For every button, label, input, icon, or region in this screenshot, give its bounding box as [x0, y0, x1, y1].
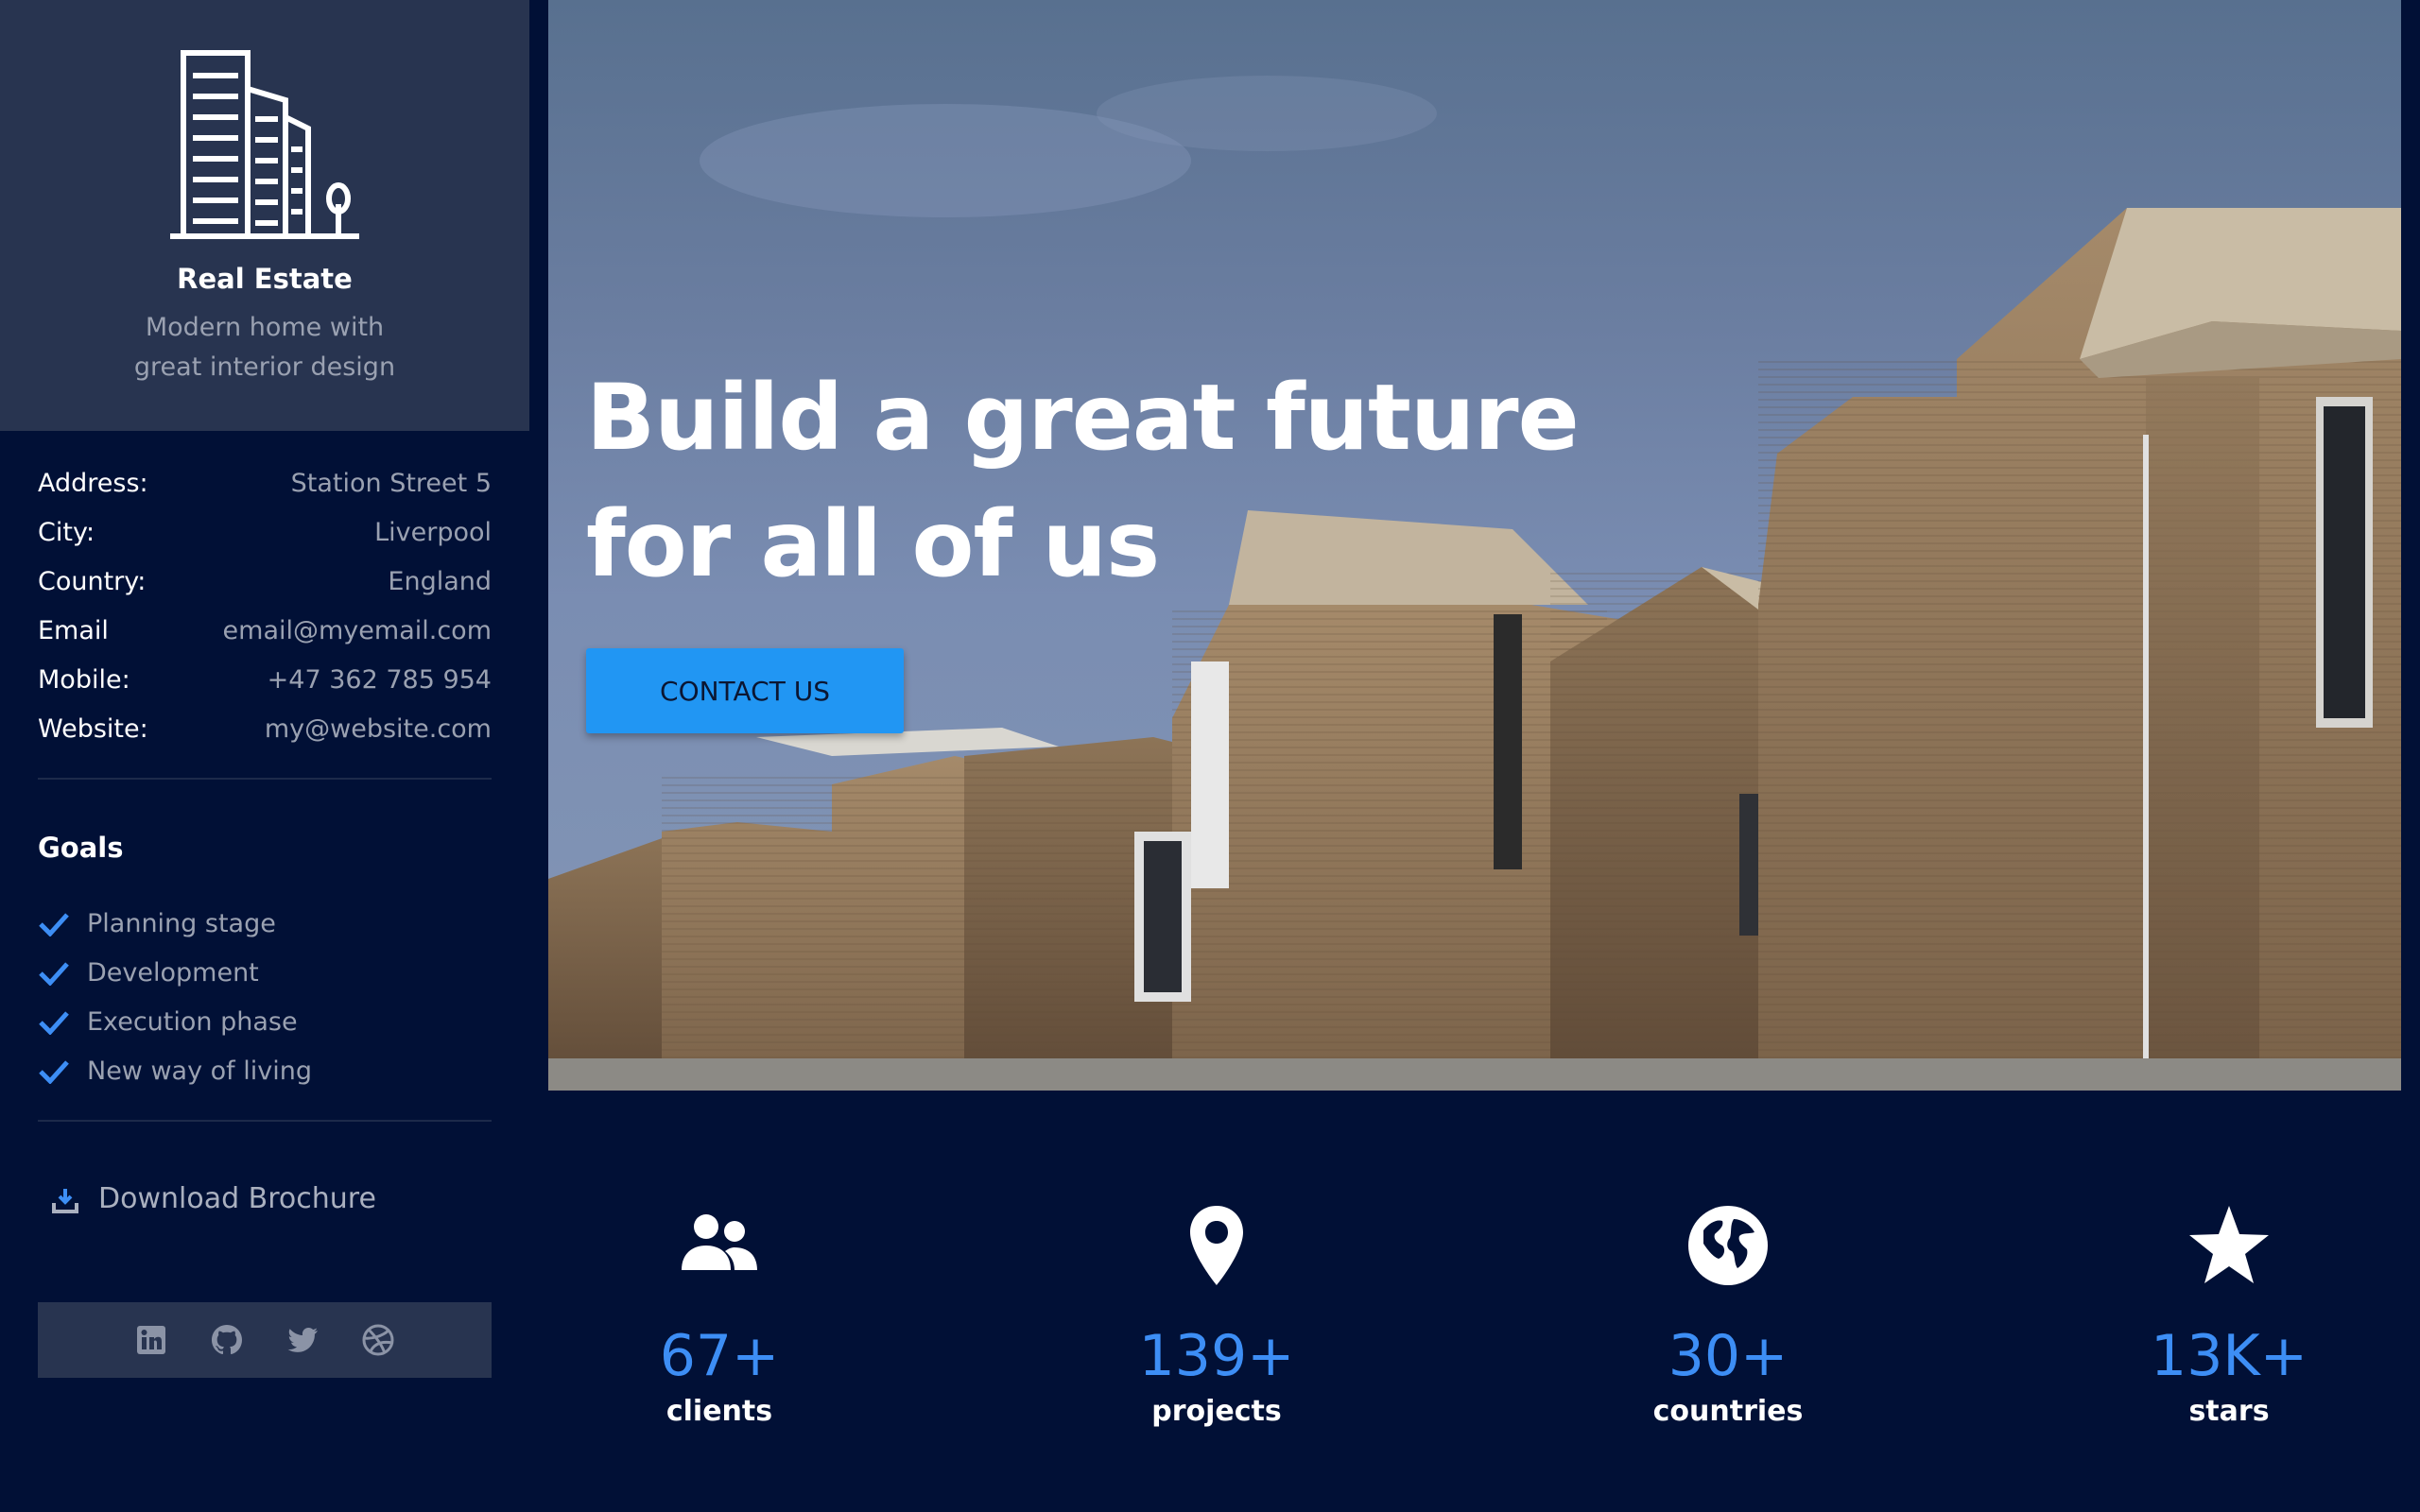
people-icon — [682, 1214, 757, 1270]
info-label: Country: — [38, 567, 147, 596]
social-links — [38, 1302, 492, 1378]
github-icon[interactable] — [210, 1323, 244, 1357]
info-value: Liverpool — [374, 518, 492, 547]
info-label: Website: — [38, 714, 148, 744]
goal-label: New way of living — [87, 1057, 313, 1086]
linkedin-icon[interactable] — [134, 1323, 168, 1357]
brand-subtitle: Modern home with great interior design — [133, 313, 396, 382]
info-row-website: Website: my@website.com — [38, 707, 492, 756]
stat-value: 67+ — [659, 1323, 780, 1389]
info-label: City: — [38, 518, 95, 547]
goal-label: Planning stage — [87, 909, 276, 938]
info-value: England — [388, 567, 492, 596]
sidebar: Real Estate Modern home with great inter… — [0, 0, 529, 1512]
goal-label: Execution phase — [87, 1007, 298, 1037]
stat-clients: 67+ clients — [578, 1202, 861, 1431]
buildings-icon — [170, 50, 359, 239]
stat-countries: 30+ countries — [1586, 1202, 1870, 1431]
map-pin-icon — [1190, 1206, 1243, 1285]
info-value: email@myemail.com — [222, 616, 492, 645]
info-row-city: City: Liverpool — [38, 510, 492, 559]
stat-label: projects — [1151, 1395, 1282, 1428]
divider — [38, 778, 492, 780]
info-row-mobile: Mobile: +47 362 785 954 — [38, 658, 492, 707]
star-icon — [2189, 1206, 2269, 1283]
goal-item: New way of living — [38, 1047, 492, 1096]
stat-projects: 139+ projects — [1075, 1202, 1358, 1431]
brand-title: Real Estate — [177, 263, 353, 295]
stat-label: clients — [666, 1395, 773, 1428]
info-row-address: Address: Station Street 5 — [38, 461, 492, 510]
stat-value: 139+ — [1138, 1323, 1295, 1389]
goal-item: Execution phase — [38, 998, 492, 1047]
download-icon — [52, 1189, 78, 1213]
info-value: +47 362 785 954 — [267, 665, 492, 695]
info-label: Address: — [38, 469, 148, 498]
download-label: Download Brochure — [98, 1182, 376, 1215]
contact-info-list: Address: Station Street 5 City: Liverpoo… — [38, 461, 492, 756]
goal-item: Development — [38, 949, 492, 998]
hero-title-line: Build a great future — [586, 365, 1580, 471]
goals-list: Planning stage Development Execution pha… — [38, 900, 492, 1096]
download-brochure-link[interactable]: Download Brochure — [51, 1177, 376, 1222]
contact-us-button[interactable]: CONTACT US — [586, 648, 904, 733]
info-row-country: Country: England — [38, 559, 492, 609]
info-value: my@website.com — [264, 714, 492, 744]
stat-stars: 13K+ stars — [2087, 1202, 2371, 1431]
stat-label: countries — [1652, 1395, 1804, 1428]
check-icon — [39, 1011, 69, 1035]
globe-icon — [1688, 1206, 1768, 1285]
stat-value: 30+ — [1668, 1323, 1789, 1389]
stat-value: 13K+ — [2151, 1323, 2308, 1389]
stats-section: 67+ clients 139+ projects 30+ countries … — [548, 1091, 2401, 1512]
goal-item: Planning stage — [38, 900, 492, 949]
info-label: Email — [38, 616, 109, 645]
hero-title: Build a great future for all of us — [586, 354, 1626, 608]
check-icon — [39, 962, 69, 986]
info-row-email: Email email@myemail.com — [38, 609, 492, 658]
info-label: Mobile: — [38, 665, 130, 695]
brand-card: Real Estate Modern home with great inter… — [0, 0, 529, 431]
divider — [38, 1120, 492, 1122]
check-icon — [39, 1060, 69, 1084]
hero-title-line: for all of us — [586, 491, 1160, 597]
info-value: Station Street 5 — [290, 469, 492, 498]
check-icon — [39, 913, 69, 936]
goal-label: Development — [87, 958, 259, 988]
stat-label: stars — [2188, 1395, 2270, 1428]
hero-section: Build a great future for all of us CONTA… — [548, 0, 2401, 1091]
twitter-icon[interactable] — [285, 1323, 320, 1357]
dribbble-icon[interactable] — [361, 1323, 395, 1357]
goals-heading: Goals — [38, 832, 124, 864]
